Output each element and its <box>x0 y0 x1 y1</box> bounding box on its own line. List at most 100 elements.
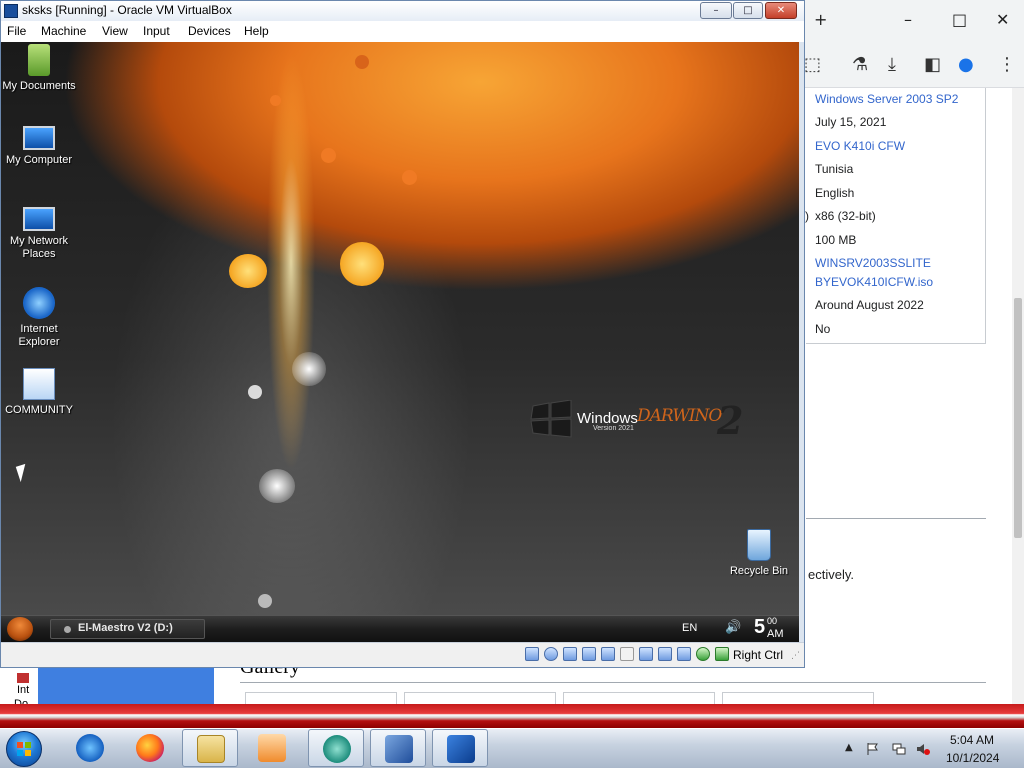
taskbar-explorer[interactable] <box>182 729 238 767</box>
usb-status-icon[interactable] <box>601 647 615 661</box>
partial-paragraph: ectively. <box>808 567 854 582</box>
branding-edition-text: DARWINO <box>637 406 722 426</box>
internet-documents-icon <box>16 672 30 684</box>
hard-disk-status-icon[interactable] <box>525 647 539 661</box>
menu-file[interactable]: File <box>7 24 26 38</box>
recycle-bin-icon <box>747 529 771 561</box>
sidebar-icon[interactable]: ◧ <box>924 54 941 75</box>
video-capture-status-icon[interactable] <box>658 647 672 661</box>
vbox-maximize-button[interactable]: □ <box>733 2 763 19</box>
wallpaper-orb <box>248 385 262 399</box>
wallpaper-orb <box>270 95 281 106</box>
host-icon-label-1: Int <box>17 684 30 696</box>
menu-machine[interactable]: Machine <box>41 24 86 38</box>
host-key-label[interactable]: Right Ctrl <box>733 648 783 662</box>
resize-grip-icon[interactable]: ⋰ <box>791 651 800 661</box>
network-status-icon[interactable] <box>582 647 596 661</box>
drive-icon <box>64 626 71 633</box>
shared-folders-status-icon[interactable] <box>620 647 634 661</box>
virtualization-status-icon[interactable] <box>677 647 691 661</box>
info-row-country: Tunisia <box>815 162 854 176</box>
display-status-icon[interactable] <box>639 647 653 661</box>
guest-desktop[interactable]: My Documents My Computer My Network Plac… <box>1 42 799 615</box>
guest-volume-icon[interactable]: 🔊 <box>725 620 741 635</box>
internet-explorer-icon <box>23 287 55 319</box>
info-row-arch: x86 (32-bit) <box>815 209 876 223</box>
info-row-filename-1[interactable]: WINSRV2003SSLITE <box>815 256 931 270</box>
gallery-blue-block <box>38 668 214 706</box>
tray-expand-icon[interactable]: ▲ <box>845 742 853 753</box>
taskbar-virtualbox[interactable] <box>370 729 426 767</box>
more-menu-icon[interactable]: ⋮ <box>998 54 1016 75</box>
taskbar-media[interactable] <box>244 729 300 767</box>
menu-devices[interactable]: Devices <box>188 24 231 38</box>
guest-clock-ampm: AM <box>767 628 784 640</box>
volume-muted-icon[interactable] <box>916 741 930 755</box>
extensions-icon[interactable]: ⬚ <box>804 54 821 75</box>
menu-help[interactable]: Help <box>244 24 269 38</box>
host-wallpaper-band <box>0 704 1024 728</box>
guest-language-indicator[interactable]: EN <box>682 622 697 634</box>
download-icon[interactable]: ⤓ <box>888 54 896 75</box>
wallpaper-orb <box>259 469 295 503</box>
mouse-integration-status-icon[interactable] <box>696 647 710 661</box>
browser-scrollbar[interactable] <box>1012 88 1024 704</box>
internet-explorer-icon <box>76 734 104 762</box>
optical-drive-status-icon[interactable] <box>544 647 558 661</box>
menu-view[interactable]: View <box>102 24 128 38</box>
vbox-minimize-button[interactable]: – <box>700 2 732 19</box>
info-row-author[interactable]: EVO K410i CFW <box>815 139 905 153</box>
network-icon[interactable] <box>892 741 906 755</box>
taskbar-xp-vm[interactable] <box>432 729 488 767</box>
wallpaper-orb <box>355 55 369 69</box>
vbox-menubar: File Machine View Input Devices Help <box>1 21 804 42</box>
taskbar-teamviewer[interactable] <box>308 729 364 767</box>
my-documents-icon <box>28 44 50 76</box>
desktop-icon-my-computer[interactable]: My Computer <box>1 126 77 167</box>
info-row-filename-2[interactable]: BYEVOK410ICFW.iso <box>815 275 933 289</box>
guest-start-button[interactable] <box>7 617 33 641</box>
taskbar-ie[interactable] <box>62 729 118 767</box>
browser-titlebar: + – □ ✕ <box>800 0 1024 42</box>
host-clock-time[interactable]: 5:04 AM <box>950 733 994 747</box>
minimize-button[interactable]: – <box>904 10 912 29</box>
close-button[interactable]: ✕ <box>996 10 1009 29</box>
taskbar-firefox[interactable] <box>122 729 178 767</box>
virtualbox-app-icon <box>4 4 18 18</box>
desktop-icon-recycle-bin[interactable]: Recycle Bin <box>721 529 797 578</box>
vbox-close-button[interactable]: ✕ <box>765 2 797 19</box>
host-clock-date[interactable]: 10/1/2024 <box>946 751 999 765</box>
guest-task-label: El-Maestro V2 (D:) <box>78 622 173 634</box>
windows-flag-icon <box>530 400 572 438</box>
host-desktop-icon-partial[interactable]: Int Do <box>14 672 36 710</box>
desktop-icon-ie[interactable]: Internet Explorer <box>1 287 77 349</box>
guest-task-button[interactable]: El-Maestro V2 (D:) <box>50 619 205 639</box>
info-row-os[interactable]: Windows Server 2003 SP2 <box>815 92 958 106</box>
keyboard-capture-status-icon[interactable] <box>715 647 729 661</box>
desktop-icon-my-documents[interactable]: My Documents <box>1 44 77 93</box>
teamviewer-icon <box>323 735 351 763</box>
maximize-button[interactable]: □ <box>952 10 967 29</box>
virtualbox-window: sksks [Running] - Oracle VM VirtualBox –… <box>0 0 805 668</box>
action-center-flag-icon[interactable] <box>866 741 880 755</box>
wallpaper-orb <box>229 254 267 288</box>
desktop-icon-label: Recycle Bin <box>729 565 789 577</box>
vbox-statusbar: Right Ctrl ⋰ <box>1 642 804 667</box>
desktop-icon-network[interactable]: My Network Places <box>1 207 77 261</box>
vbox-titlebar[interactable]: sksks [Running] - Oracle VM VirtualBox –… <box>1 1 804 21</box>
desktop-icon-label: My Documents <box>2 80 76 92</box>
desktop-icon-community[interactable]: COMMUNITY <box>1 368 77 417</box>
wallpaper-orb <box>340 242 384 286</box>
start-button[interactable] <box>6 731 42 767</box>
community-icon <box>23 368 55 400</box>
profile-icon[interactable]: ● <box>958 54 974 75</box>
audio-status-icon[interactable] <box>563 647 577 661</box>
new-tab-button[interactable]: + <box>814 10 827 29</box>
media-player-icon <box>258 734 286 762</box>
labs-flask-icon[interactable]: ⚗ <box>852 54 868 75</box>
xp-vm-icon <box>447 735 475 763</box>
menu-input[interactable]: Input <box>143 24 170 38</box>
file-explorer-icon <box>197 735 225 763</box>
scrollbar-thumb[interactable] <box>1014 298 1022 538</box>
guest-clock-hour[interactable]: 5 <box>754 616 765 639</box>
